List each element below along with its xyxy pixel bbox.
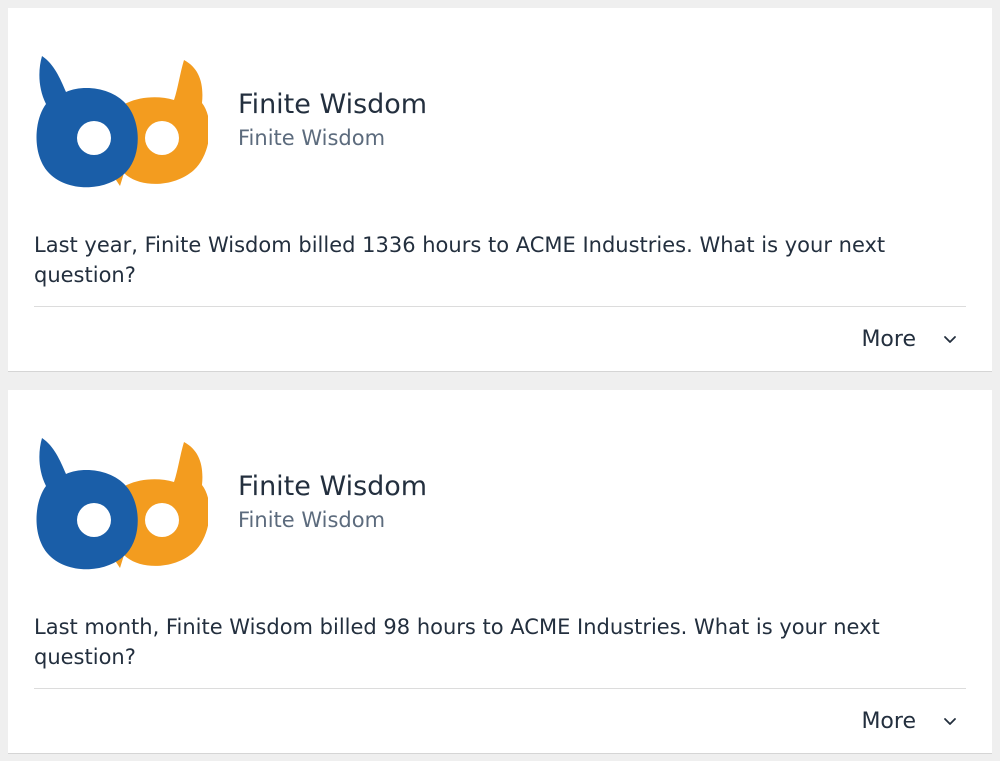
more-label: More xyxy=(861,327,916,352)
more-label: More xyxy=(861,709,916,734)
card-body-text: Last year, Finite Wisdom billed 1336 hou… xyxy=(34,233,886,287)
more-button[interactable]: More xyxy=(861,704,958,740)
card-divider xyxy=(34,688,966,689)
card-body-text: Last month, Finite Wisdom billed 98 hour… xyxy=(34,615,880,669)
chevron-down-icon xyxy=(944,336,956,343)
card-feed: Finite Wisdom Finite Wisdom Last year, F… xyxy=(0,0,1000,761)
card-subtitle: Finite Wisdom xyxy=(238,126,386,150)
card-title: Finite Wisdom xyxy=(238,471,428,502)
finite-wisdom-owl-logo xyxy=(36,56,208,188)
response-card: Finite Wisdom Finite Wisdom Last month, … xyxy=(8,390,992,754)
card-subtitle: Finite Wisdom xyxy=(238,508,386,532)
response-card: Finite Wisdom Finite Wisdom Last year, F… xyxy=(8,8,992,372)
card-title: Finite Wisdom xyxy=(238,89,428,120)
card-divider xyxy=(34,306,966,307)
chevron-down-icon xyxy=(944,718,956,725)
more-button[interactable]: More xyxy=(861,322,958,358)
finite-wisdom-owl-logo xyxy=(36,438,208,570)
